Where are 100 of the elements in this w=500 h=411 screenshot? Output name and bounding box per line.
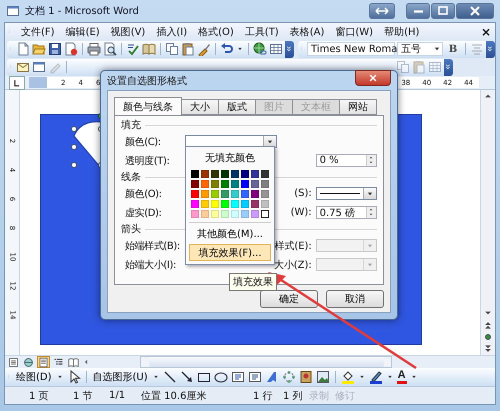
maximize-icon	[436, 4, 450, 18]
paintbrush-icon[interactable]	[197, 42, 211, 56]
globe-icon[interactable]	[253, 42, 267, 56]
close-button[interactable]	[355, 70, 391, 86]
undo-icon[interactable]	[220, 42, 234, 56]
diagram-icon[interactable]	[282, 370, 296, 384]
field-label: 颜色(C):	[125, 136, 162, 148]
font-field[interactable]: Times New Roma	[307, 42, 395, 56]
printer-icon[interactable]	[87, 42, 101, 56]
dialog-title: 设置自选图形格式	[107, 74, 187, 88]
tab[interactable]: 颜色与线条	[114, 97, 182, 115]
section-heading: 填充	[121, 118, 141, 132]
spin-value: 0 %	[320, 155, 339, 166]
status-text: 1 节	[73, 390, 94, 402]
toolbar-options-button[interactable]	[486, 40, 495, 58]
menu-item[interactable]: 帮助(H)	[381, 24, 422, 38]
window-title: 文档 1 - Microsoft Word	[25, 4, 140, 18]
spin-field[interactable]: 0.75 磅	[316, 206, 377, 219]
status-text: 1 页	[29, 390, 50, 402]
spin-field[interactable]: 0 %	[316, 154, 377, 167]
section-heading: 箭头	[121, 222, 141, 236]
selection-handle[interactable]	[71, 126, 77, 132]
minimize-button[interactable]	[406, 3, 430, 19]
scroll-thumb[interactable]	[148, 357, 384, 367]
image-icon[interactable]	[316, 370, 330, 384]
menu-item[interactable]: 其他颜色(M)...	[189, 225, 271, 242]
toolbar-options-button[interactable]	[444, 58, 453, 76]
check-mark-icon[interactable]	[126, 42, 140, 56]
copy-icon[interactable]	[165, 42, 179, 56]
field-label: 颜色(O):	[125, 188, 163, 200]
clipboard-icon[interactable]	[412, 60, 426, 74]
menu-item[interactable]: 工具(T)	[242, 24, 282, 38]
bold-button[interactable]: B	[445, 42, 461, 56]
color-swatch[interactable]	[261, 210, 269, 218]
section-heading: 线条	[121, 170, 141, 184]
close-menu-button[interactable]: ×	[480, 24, 491, 38]
maximize-button[interactable]	[431, 3, 455, 19]
save-icon[interactable]	[48, 42, 62, 56]
envelope-icon[interactable]	[16, 60, 30, 74]
menu-item[interactable]: 视图(V)	[108, 24, 148, 38]
line-color-icon[interactable]	[368, 370, 383, 384]
arrow-icon[interactable]	[180, 370, 194, 384]
field-label: 样式(E):	[273, 240, 313, 252]
field-label: (S):	[293, 188, 313, 199]
font-size-field[interactable]: 五号	[397, 42, 443, 56]
new-document-icon[interactable]	[16, 42, 30, 56]
menu-item[interactable]: 编辑(E)	[62, 24, 103, 38]
selection-handle[interactable]	[71, 162, 77, 168]
dialog-button[interactable]: 取消	[326, 290, 384, 308]
autoshapes-menu-button[interactable]: 自选图形(U)	[92, 370, 149, 384]
status-text: 1 列	[283, 390, 304, 402]
field-label: 始端样式(B):	[125, 240, 180, 252]
toolbar-options-button[interactable]	[285, 40, 294, 58]
draw-menu-button[interactable]: 绘图(D)	[15, 370, 53, 384]
down-arrow-icon[interactable]	[367, 160, 375, 165]
view-button[interactable]	[67, 356, 80, 368]
wordart-icon[interactable]	[264, 370, 279, 384]
selection-handle[interactable]	[71, 144, 77, 150]
dialog-button[interactable]: 确定	[260, 290, 318, 308]
book-icon[interactable]	[142, 42, 156, 56]
menu-item[interactable]: 插入(I)	[153, 24, 190, 38]
line-icon[interactable]	[162, 370, 177, 384]
window-icon[interactable]	[32, 60, 46, 74]
minimize-icon	[414, 10, 422, 12]
view-button[interactable]	[22, 356, 35, 368]
resize-button[interactable]	[369, 3, 395, 19]
status-text: 1 行	[253, 390, 274, 402]
menu-item[interactable]: 无填充颜色	[189, 149, 271, 166]
tab[interactable]: 大小	[181, 99, 219, 115]
field-label: (W):	[290, 207, 313, 218]
up-arrow-icon[interactable]	[367, 155, 375, 160]
fill-color-icon[interactable]	[340, 370, 355, 384]
print-preview-icon[interactable]	[103, 42, 117, 56]
view-button[interactable]	[37, 356, 50, 368]
tab-stop-button[interactable]	[9, 76, 25, 90]
menu-item[interactable]: 窗口(W)	[332, 24, 376, 38]
table-icon[interactable]	[269, 42, 283, 56]
up-arrow-icon[interactable]	[367, 207, 375, 212]
tab[interactable]: 版式	[218, 99, 256, 115]
tab[interactable]: 网站	[339, 99, 377, 115]
rectangle-icon[interactable]	[196, 370, 211, 384]
menu-item[interactable]: 填充效果(F)...	[189, 244, 271, 261]
view-button[interactable]	[7, 356, 20, 368]
outline-view-icon	[53, 356, 64, 368]
oval-icon[interactable]	[214, 370, 228, 384]
line-style-dropdown[interactable]	[316, 187, 377, 200]
text-box-icon[interactable]	[230, 370, 245, 384]
menu-item[interactable]: 表格(A)	[286, 24, 328, 38]
clipboard-icon[interactable]	[181, 42, 195, 56]
left-arrow-icon[interactable]	[82, 357, 90, 367]
page-badge-icon[interactable]	[64, 42, 78, 56]
menu-item[interactable]: 文件(F)	[18, 24, 58, 38]
status-text: 录制	[309, 390, 330, 402]
down-arrow-icon[interactable]	[367, 212, 375, 217]
open-folder-icon[interactable]	[32, 42, 46, 56]
clip-art-icon[interactable]	[298, 370, 313, 384]
close-button[interactable]	[456, 3, 494, 19]
menu-item[interactable]: 格式(O)	[195, 24, 237, 38]
field-label: 始端大小(I):	[125, 258, 177, 272]
vertical-text-box-icon[interactable]	[248, 370, 262, 384]
